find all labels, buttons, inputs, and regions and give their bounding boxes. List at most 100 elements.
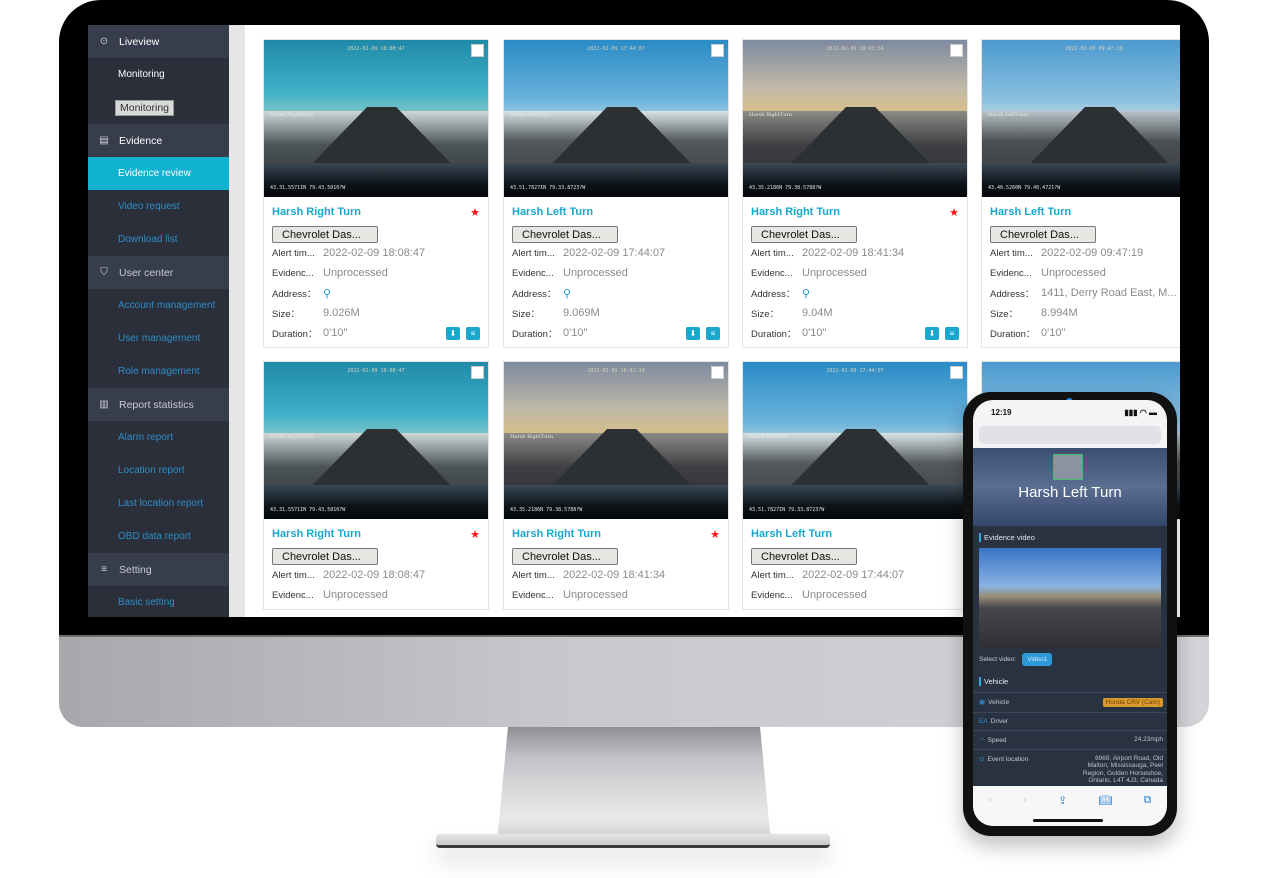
video-option-button[interactable]: Video1 (1022, 652, 1053, 666)
sidebar-group-setting[interactable]: ≡ Setting (88, 553, 229, 586)
evidence-thumbnail[interactable]: 2022-02-09 17:44:07 Harsh LeftTurn 43.51… (504, 40, 728, 197)
user-location-icon[interactable]: ⚲ (802, 287, 959, 300)
evidence-thumbnail[interactable]: 2022-02-09 18:41:34 Harsh RightTurn 43.3… (743, 40, 967, 197)
select-checkbox[interactable] (711, 366, 724, 379)
vehicle-button[interactable]: Chevrolet Das... (751, 226, 857, 243)
tabs-icon[interactable]: ⧉ (1144, 794, 1152, 807)
download-folder-icon[interactable]: ⬇ (686, 326, 700, 340)
browser-url-bar[interactable] (973, 424, 1167, 448)
alert-time-row: Alert tim... 2022-02-09 17:44:07 (751, 565, 959, 585)
evidence-card[interactable]: 2022-02-09 17:44:07 Harsh LeftTurn 43.51… (503, 39, 729, 348)
status-time: 12:19 (991, 407, 1012, 417)
detail-label: Vehicle (988, 698, 1010, 706)
osd-gps: 43.31.5571IN 79.43.5010?W (270, 507, 346, 513)
sidebar-gutter (229, 25, 245, 617)
star-icon[interactable]: ★ (710, 528, 720, 541)
address-row: Address： 1411, Derry Road East, M... (990, 283, 1180, 303)
sidebar-group-user-center[interactable]: ⛉ User center (88, 256, 229, 289)
sidebar-group-evidence[interactable]: ▤ Evidence (88, 124, 229, 157)
select-checkbox[interactable] (471, 44, 484, 57)
event-title[interactable]: Harsh Left Turn (751, 528, 832, 540)
vehicle-button[interactable]: Chevrolet Das... (272, 226, 378, 243)
evidence-card[interactable]: 2022-02-09 18:08:47 Harsh RightTurn 43.3… (263, 39, 489, 348)
event-title[interactable]: Harsh Right Turn (272, 528, 361, 540)
evidence-card[interactable]: 2022-02-09 09:47:19 Harsh LeftTurn 43.40… (981, 39, 1180, 348)
sidebar-item-role-management[interactable]: Role management (88, 355, 229, 388)
sidebar-group-liveview[interactable]: ⊙ Liveview (88, 25, 229, 58)
event-title[interactable]: Harsh Right Turn (751, 206, 840, 218)
sidebar-group-report-statistics[interactable]: ▥ Report statistics (88, 388, 229, 421)
event-title[interactable]: Harsh Right Turn (512, 528, 601, 540)
tooltip-text: Monitoring (115, 99, 175, 116)
evidence-thumbnail[interactable]: 2022-02-09 09:47:19 Harsh LeftTurn 43.40… (982, 40, 1180, 197)
user-location-icon[interactable]: ⚲ (563, 287, 720, 300)
download-folder-icon[interactable]: ⬇ (925, 326, 939, 340)
detail-label: Driver (990, 718, 1009, 725)
star-icon[interactable]: ★ (470, 206, 480, 219)
vehicle-button[interactable]: Chevrolet Das... (751, 548, 857, 565)
alert-time-row: Alert tim... 2022-02-09 18:41:34 (512, 565, 720, 585)
sidebar-item-download-list[interactable]: Download list (88, 223, 229, 256)
bookmarks-icon[interactable]: 📖︎ (1098, 794, 1112, 807)
share-icon[interactable]: ⇪ (1058, 794, 1067, 807)
star-icon[interactable]: ★ (470, 528, 480, 541)
size-value: 8.994M (1041, 307, 1078, 319)
select-checkbox[interactable] (471, 366, 484, 379)
event-title[interactable]: Harsh Right Turn (272, 206, 361, 218)
vehicle-button[interactable]: Chevrolet Das... (990, 226, 1096, 243)
osd-event-label: Harsh RightTurn (749, 112, 793, 118)
evidence-video-heading: Evidence video (973, 526, 1167, 548)
evidence-card[interactable]: 2022-02-09 18:41:34 Harsh RightTurn 43.3… (742, 39, 968, 348)
sidebar-item-obd-data-report[interactable]: OBD data report (88, 520, 229, 553)
sidebar-item-basic-setting[interactable]: Basic setting (88, 586, 229, 617)
details-icon[interactable]: ≡ (706, 326, 720, 340)
evidence-card[interactable]: 2022-02-09 17:44:07 Harsh LeftTurn 43.51… (742, 361, 968, 610)
phone-screen: 12:19 ▮▮▮ ◠ ▬ Harsh Left Turn Evidence v… (973, 400, 1167, 826)
back-icon[interactable]: ‹ (989, 794, 993, 806)
evidence-card[interactable]: 2022-02-09 18:41:34 Harsh RightTurn 43.3… (503, 361, 729, 610)
osd-gps: 43.35.2186N 79.38.5788?W (510, 507, 583, 513)
size-value: 9.04M (802, 307, 833, 319)
alert-time-row: Alert tim... 2022-02-09 18:08:47 (272, 565, 480, 585)
size-row: Size： 9.04M (751, 303, 959, 323)
vehicle-button[interactable]: Chevrolet Das... (512, 226, 618, 243)
sidebar-item-account-management[interactable]: Account management (88, 289, 229, 322)
details-icon[interactable]: ≡ (466, 326, 480, 340)
forward-icon[interactable]: › (1023, 794, 1027, 806)
duration-value: 0'10" (323, 327, 348, 339)
vehicle-button[interactable]: Chevrolet Das... (512, 548, 618, 565)
duration-row: Duration： 0'10" ⬇ ≡ (512, 323, 720, 343)
evidence-thumbnail[interactable]: 2022-02-09 18:08:47 Harsh RightTurn 43.3… (264, 40, 488, 197)
details-icon[interactable]: ≡ (945, 326, 959, 340)
osd-timestamp: 2022-02-09 18:08:47 (347, 368, 405, 374)
select-checkbox[interactable] (950, 366, 963, 379)
vehicle-detail-row: ⊙ Event location 6969, Airport Road, Old M… (973, 749, 1167, 790)
event-title[interactable]: Harsh Left Turn (990, 206, 1071, 218)
evidence-card[interactable]: 2022-02-09 18:08:47 Harsh RightTurn 43.3… (263, 361, 489, 610)
evidence-thumbnail[interactable]: 2022-02-09 17:44:07 Harsh LeftTurn 43.51… (743, 362, 967, 519)
star-icon[interactable]: ★ (949, 206, 959, 219)
sidebar-item-monitoring[interactable]: Monitoring (88, 58, 229, 91)
sidebar-item-alarm-report[interactable]: Alarm report (88, 421, 229, 454)
osd-event-label: Harsh LeftTurn (749, 434, 789, 440)
evidence-video-player[interactable] (979, 548, 1161, 648)
event-title[interactable]: Harsh Left Turn (512, 206, 593, 218)
monitor-base (436, 834, 830, 848)
evidence-thumbnail[interactable]: 2022-02-09 18:08:47 Harsh RightTurn 43.3… (264, 362, 488, 519)
evidence-thumbnail[interactable]: 2022-02-09 18:41:34 Harsh RightTurn 43.3… (504, 362, 728, 519)
sidebar-item-video-request[interactable]: Video request (88, 190, 229, 223)
select-video-label: Select video: (979, 655, 1017, 663)
osd-timestamp: 2022-02-09 18:08:47 (347, 46, 405, 52)
user-location-icon[interactable]: ⚲ (323, 287, 480, 300)
sidebar-item-evidence-review[interactable]: Evidence review (88, 157, 229, 190)
sidebar-item-location-report[interactable]: Location report (88, 454, 229, 487)
detail-value: 24.23mph (1134, 736, 1163, 743)
sidebar-item-user-management[interactable]: User management (88, 322, 229, 355)
download-folder-icon[interactable]: ⬇ (446, 326, 460, 340)
osd-timestamp: 2022-02-09 18:41:34 (587, 368, 645, 374)
evidence-status-value: Unprocessed (323, 589, 388, 601)
select-checkbox[interactable] (950, 44, 963, 57)
sidebar-item-last-location-report[interactable]: Last location report (88, 487, 229, 520)
vehicle-button[interactable]: Chevrolet Das... (272, 548, 378, 565)
select-checkbox[interactable] (711, 44, 724, 57)
